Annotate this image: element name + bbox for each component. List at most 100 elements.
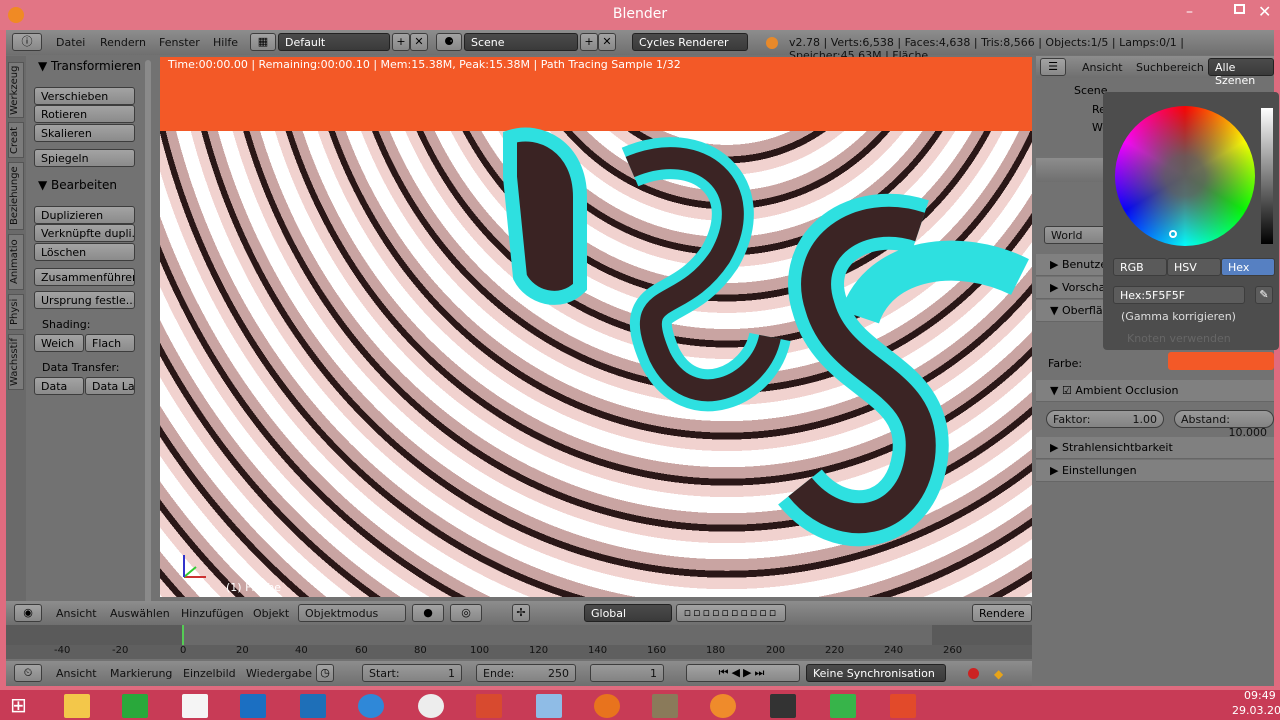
clock-time[interactable]: 09:49 <box>1244 689 1276 702</box>
ao-distance-field[interactable]: Abstand: 10.000 <box>1174 410 1274 439</box>
translate-button[interactable]: Verschieben <box>34 87 135 105</box>
sync-select[interactable]: Keine Synchronisation <box>806 664 946 682</box>
tab-grease-pencil[interactable]: Wachsstif <box>8 334 24 390</box>
set-origin-button[interactable]: Ursprung festle... <box>34 291 135 309</box>
layers-icon[interactable]: ▫▫▫▫▫▫▫▫▫▫ <box>676 604 786 622</box>
clock-date[interactable]: 29.03.201 <box>1232 704 1280 717</box>
menu-select[interactable]: Auswählen <box>110 607 170 620</box>
duplicate-button[interactable]: Duplizieren <box>34 206 135 224</box>
current-frame-field[interactable]: 1 <box>590 664 664 682</box>
picker-mode-hex[interactable]: Hex <box>1221 258 1275 276</box>
scene-field[interactable]: Scene <box>464 33 578 51</box>
tab-animation[interactable]: Animatio <box>8 234 24 290</box>
menu-fenster[interactable]: Fenster <box>159 36 200 49</box>
camtasia-icon[interactable] <box>830 694 856 718</box>
record-icon[interactable] <box>968 668 979 679</box>
panel-ray-visibility[interactable]: ▶ Strahlensichtbarkeit <box>1036 437 1274 459</box>
editor-type-icon[interactable]: ◉ <box>14 604 42 622</box>
tab-relations[interactable]: Beziehunge <box>8 162 24 230</box>
value-slider[interactable] <box>1261 108 1273 244</box>
end-frame-field[interactable]: Ende: 250 <box>476 664 576 682</box>
gimp-icon[interactable] <box>652 694 678 718</box>
store-icon[interactable] <box>122 694 148 718</box>
menu-add[interactable]: Hinzufügen <box>181 607 244 620</box>
menu-datei[interactable]: Datei <box>56 36 85 49</box>
layout-add-icon[interactable]: + <box>392 33 410 51</box>
panel-ambient-occlusion[interactable]: ▼ ☑ Ambient Occlusion <box>1036 380 1274 402</box>
layout-remove-icon[interactable]: ✕ <box>410 33 428 51</box>
ao-factor-field[interactable]: Faktor: 1.00 <box>1046 410 1164 428</box>
document-icon[interactable] <box>182 694 208 718</box>
menu-view[interactable]: Ansicht <box>56 607 97 620</box>
blender-taskbar-icon[interactable] <box>710 694 736 718</box>
app-circle-icon[interactable] <box>418 694 444 718</box>
explorer-icon[interactable] <box>64 694 90 718</box>
scene-add-icon[interactable]: + <box>580 33 598 51</box>
maxthon-icon[interactable] <box>300 694 326 718</box>
tab-werkzeug[interactable]: Werkzeug <box>8 62 24 118</box>
timeline[interactable]: -40 -20 0 20 40 60 80 100 120 140 160 18… <box>6 625 1032 659</box>
transform-panel-header[interactable]: ▼ Transformieren <box>38 59 141 73</box>
scale-button[interactable]: Skalieren <box>34 124 135 142</box>
inkscape-icon[interactable] <box>770 694 796 718</box>
scene-remove-icon[interactable]: ✕ <box>598 33 616 51</box>
keyframe-icon[interactable]: ◆ <box>994 667 1003 681</box>
menu-hilfe[interactable]: Hilfe <box>213 36 238 49</box>
layout-field[interactable]: Default <box>278 33 390 51</box>
shade-flat-button[interactable]: Flach <box>85 334 135 352</box>
orientation-select[interactable]: Global <box>584 604 672 622</box>
outliner-editor-icon[interactable]: ☰ <box>1040 58 1066 76</box>
picker-mode-rgb[interactable]: RGB <box>1113 258 1167 276</box>
menu-object[interactable]: Objekt <box>253 607 289 620</box>
scene-icon[interactable]: ⚈ <box>436 33 462 51</box>
character-icon[interactable] <box>476 694 502 718</box>
outliner-filter-select[interactable]: Alle Szenen <box>1208 58 1274 87</box>
start-frame-field[interactable]: Start: 1 <box>362 664 462 682</box>
data-layout-button[interactable]: Data La <box>85 377 135 395</box>
menu-rendern[interactable]: Rendern <box>100 36 146 49</box>
minimize-button[interactable]: – <box>1186 4 1193 20</box>
render-engine-select[interactable]: Cycles Renderer <box>632 33 748 51</box>
world-color-swatch[interactable] <box>1168 352 1274 370</box>
menu-marker[interactable]: Markierung <box>110 667 172 680</box>
menu-timeline-view[interactable]: Ansicht <box>56 667 97 680</box>
timeline-playhead[interactable] <box>182 625 184 647</box>
preview-range-icon[interactable]: ◷ <box>316 664 334 682</box>
firefox-icon[interactable] <box>594 694 620 718</box>
picker-mode-hsv[interactable]: HSV <box>1167 258 1221 276</box>
menu-playback[interactable]: Wiedergabe <box>246 667 312 680</box>
menu-frame[interactable]: Einzelbild <box>183 667 236 680</box>
eyedropper-icon[interactable]: ✎ <box>1255 286 1273 304</box>
shading-mode-icon[interactable]: ● <box>412 604 444 622</box>
render-viewport[interactable]: Time:00:00.00 | Remaining:00:00.10 | Mem… <box>160 57 1032 597</box>
close-button[interactable]: ✕ <box>1258 2 1271 21</box>
layout-icon[interactable]: ▦ <box>250 33 276 51</box>
playback-controls-icon[interactable]: ⏮◀▶⏭ <box>686 664 800 682</box>
info-editor-icon[interactable]: ⓘ <box>12 33 42 51</box>
mirror-button[interactable]: Spiegeln <box>34 149 135 167</box>
start-icon[interactable]: ⊞ <box>10 694 36 718</box>
ie-icon[interactable] <box>358 694 384 718</box>
duplicate-linked-button[interactable]: Verknüpfte dupli... <box>34 224 135 242</box>
edit-panel-header[interactable]: ▼ Bearbeiten <box>38 178 117 192</box>
timeline-editor-icon[interactable]: ⏲ <box>14 664 42 682</box>
tool-shelf-scrollbar[interactable] <box>145 60 151 620</box>
manipulator-icon[interactable]: ✢ <box>512 604 530 622</box>
join-button[interactable]: Zusammenführen <box>34 268 135 286</box>
panel-settings[interactable]: ▶ Einstellungen <box>1036 460 1274 482</box>
rotate-button[interactable]: Rotieren <box>34 105 135 123</box>
hex-input[interactable]: Hex:5F5F5F <box>1113 286 1245 304</box>
shade-smooth-button[interactable]: Weich <box>34 334 84 352</box>
lenovo-icon[interactable] <box>240 694 266 718</box>
pen-icon[interactable] <box>536 694 562 718</box>
render-button[interactable]: Rendere <box>972 604 1032 622</box>
tab-physics[interactable]: Physi <box>8 294 24 330</box>
outliner-view-menu[interactable]: Ansicht <box>1082 61 1123 74</box>
delete-button[interactable]: Löschen <box>34 243 135 261</box>
data-transfer-button[interactable]: Data <box>34 377 84 395</box>
pivot-icon[interactable]: ◎ <box>450 604 482 622</box>
tab-create[interactable]: Creat <box>8 122 24 158</box>
recorder-icon[interactable] <box>890 694 916 718</box>
outliner-search-menu[interactable]: Suchbereich <box>1136 61 1204 74</box>
maximize-button[interactable] <box>1234 4 1245 14</box>
